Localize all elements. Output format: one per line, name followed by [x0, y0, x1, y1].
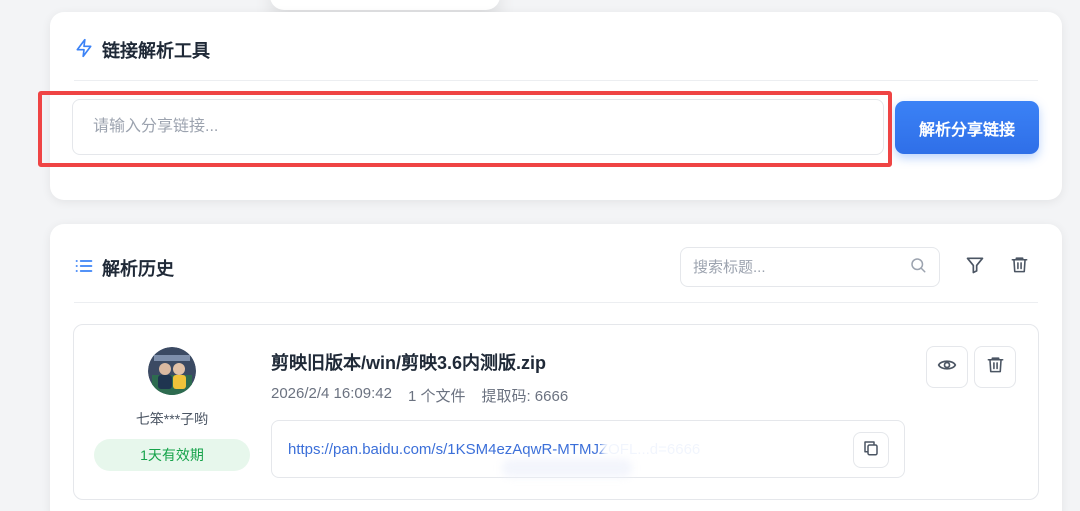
lightning-icon — [74, 38, 94, 63]
history-card: 解析历史 搜索标题... 七笨***子哟 1天有效期 剪映旧版本/win/剪映3… — [50, 224, 1062, 511]
parse-tool-title: 链接解析工具 — [102, 41, 210, 61]
file-count: 1 个文件 — [407, 388, 466, 405]
input-highlight-box — [38, 91, 892, 167]
filter-icon — [965, 255, 985, 280]
record-date: 2026/2/4 16:09:42 — [271, 385, 392, 402]
parse-tool-header: 链接解析工具 — [74, 38, 210, 62]
parse-share-link-button[interactable]: 解析分享链接 — [895, 101, 1039, 154]
eye-icon — [937, 355, 957, 380]
file-title: 剪映旧版本/win/剪映3.6内测版.zip — [271, 353, 547, 373]
history-header: 解析历史 — [74, 256, 174, 280]
record-meta: 2026/2/4 16:09:42 1 个文件 提取码: 6666 — [271, 385, 568, 406]
expiry-badge: 1天有效期 — [94, 439, 250, 471]
search-icon[interactable] — [909, 256, 927, 279]
link-redaction — [502, 459, 632, 477]
delete-record-button[interactable] — [974, 346, 1016, 388]
view-record-button[interactable] — [926, 346, 968, 388]
clear-history-button[interactable] — [1003, 251, 1035, 283]
divider — [74, 80, 1038, 81]
filter-button[interactable] — [959, 251, 991, 283]
copy-link-button[interactable] — [853, 432, 889, 468]
history-search-box — [680, 247, 940, 287]
copy-icon — [862, 439, 880, 462]
history-title: 解析历史 — [102, 259, 174, 279]
trash-icon — [986, 355, 1005, 379]
list-icon — [74, 256, 94, 281]
user-avatar — [148, 347, 196, 395]
extract-code: 提取码: 6666 — [481, 388, 569, 405]
share-link-box: https://pan.baidu.com/s/1KSM4ezAqwR-MTMJ… — [271, 420, 905, 478]
history-search-input[interactable] — [693, 258, 909, 276]
username: 七笨***子哟 — [135, 411, 209, 427]
trash-icon — [1010, 255, 1029, 279]
divider — [74, 302, 1038, 303]
history-record: 七笨***子哟 1天有效期 剪映旧版本/win/剪映3.6内测版.zip 202… — [73, 324, 1039, 500]
floating-header-shadow — [270, 0, 500, 10]
